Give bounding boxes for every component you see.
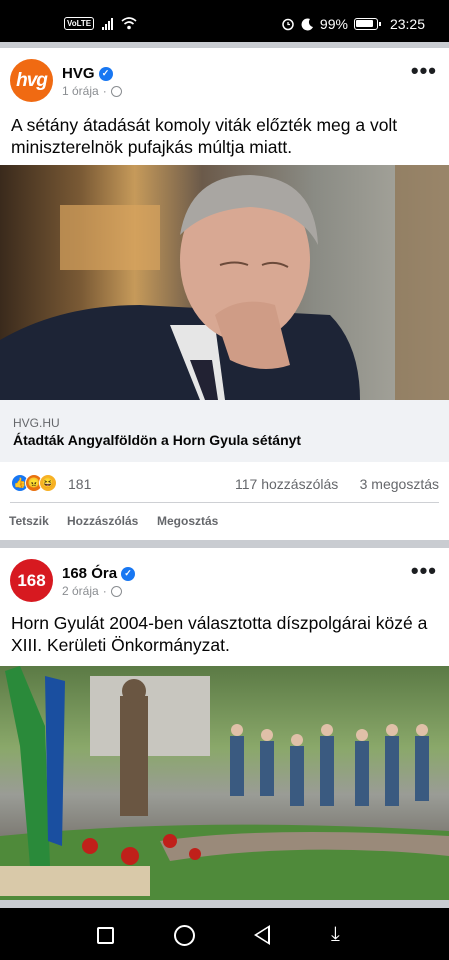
more-options-icon[interactable]: •••	[411, 60, 437, 82]
page-avatar[interactable]: hvg	[10, 59, 53, 102]
back-icon[interactable]	[254, 925, 270, 945]
feed-post: 168 168 Óra ✓ 2 órája · ••• Horn Gyulát …	[0, 548, 449, 900]
link-preview[interactable]: HVG.HU Átadták Angyalföldön a Horn Gyula…	[0, 400, 449, 462]
page-name[interactable]: HVG ✓	[62, 65, 113, 82]
post-header: 168 168 Óra ✓ 2 órája · •••	[0, 548, 449, 606]
page-name-text[interactable]: 168 Óra	[62, 565, 117, 582]
divider	[10, 502, 439, 503]
haha-reaction-icon: 😆	[39, 474, 57, 492]
post-header: hvg HVG ✓ 1 órája · •••	[0, 48, 449, 106]
page-name[interactable]: 168 Óra ✓	[62, 565, 136, 582]
post-text: Horn Gyulát 2004-ben választotta díszpol…	[11, 613, 428, 655]
post-time[interactable]: 2 órája	[62, 584, 99, 598]
statue-ceremony-photo	[0, 666, 449, 900]
clock: 23:25	[389, 16, 425, 32]
globe-icon	[110, 585, 122, 597]
link-title[interactable]: Átadták Angyalföldön a Horn Gyula sétány…	[13, 432, 301, 448]
verified-badge-icon: ✓	[98, 66, 113, 81]
portrait-photo	[0, 165, 449, 400]
battery-percent: 99%	[319, 16, 348, 32]
comment-count[interactable]: 117 hozzászólás	[235, 476, 338, 492]
share-button[interactable]: Megosztás	[157, 514, 218, 528]
post-stats: 👍 😠 😆 181 117 hozzászólás 3 megosztás	[0, 468, 449, 502]
verified-badge-icon: ✓	[121, 566, 136, 581]
alarm-icon	[282, 18, 294, 31]
post-time[interactable]: 1 órája	[62, 84, 99, 98]
system-nav-bar: ⤓	[0, 908, 449, 960]
link-domain: HVG.HU	[13, 416, 60, 430]
download-arrow-icon[interactable]: ⤓	[331, 924, 340, 944]
recent-apps-icon[interactable]	[97, 927, 114, 944]
wifi-icon	[121, 17, 137, 30]
post-meta: 2 órája ·	[62, 584, 122, 598]
post-text: A sétány átadását komoly viták előzték m…	[11, 115, 398, 157]
home-icon[interactable]	[174, 925, 195, 946]
feed-post: hvg HVG ✓ 1 órája · ••• A sétány átadásá…	[0, 48, 449, 540]
post-image[interactable]	[0, 165, 449, 400]
post-image[interactable]	[0, 666, 449, 900]
globe-icon	[110, 85, 122, 97]
more-options-icon[interactable]: •••	[411, 560, 437, 582]
page-avatar[interactable]: 168	[10, 559, 53, 602]
page-name-text[interactable]: HVG	[62, 65, 95, 82]
comment-button[interactable]: Hozzászólás	[67, 514, 138, 528]
like-button[interactable]: Tetszik	[9, 514, 49, 528]
post-meta: 1 órája ·	[62, 84, 122, 98]
reactions[interactable]: 👍 😠 😆	[11, 474, 57, 492]
volte-icon: VoLTE	[64, 17, 95, 30]
moon-icon	[301, 17, 313, 30]
signal-icon	[102, 17, 114, 30]
battery-icon	[353, 18, 381, 30]
reaction-count[interactable]: 181	[68, 476, 91, 492]
share-count[interactable]: 3 megosztás	[360, 476, 439, 492]
status-bar: VoLTE 99% 23:25	[0, 0, 449, 42]
post-actions: Tetszik Hozzászólás Megosztás	[0, 510, 449, 536]
